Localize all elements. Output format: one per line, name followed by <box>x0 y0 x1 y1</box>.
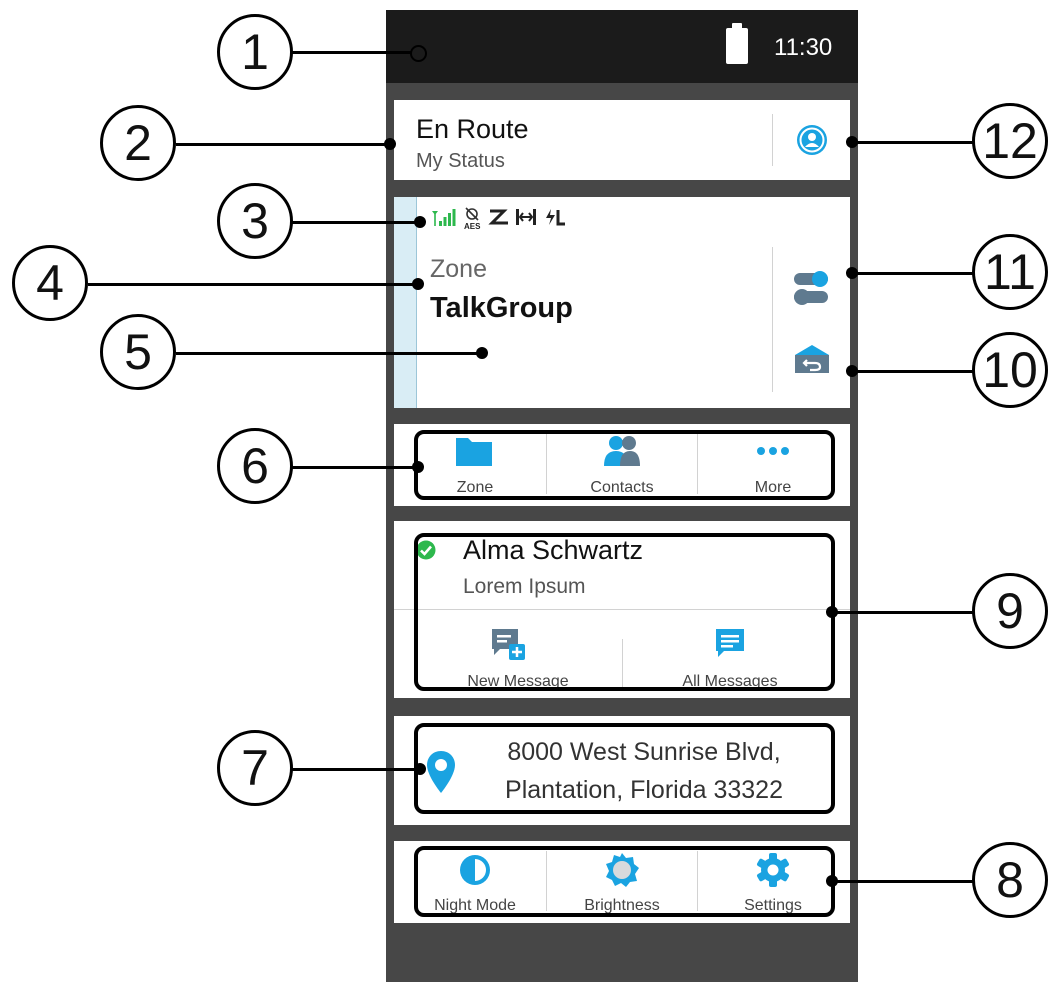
highlight-nav-tabs <box>414 430 835 500</box>
highlight-location <box>414 723 835 814</box>
highlight-quick-settings <box>414 846 835 917</box>
leader-line <box>834 880 980 883</box>
leader-line <box>852 370 980 373</box>
zone-label: Zone <box>430 255 487 283</box>
highlight-contact <box>414 533 835 691</box>
leader-end <box>826 606 838 618</box>
leader-end <box>414 763 426 775</box>
clock: 11:30 <box>774 34 833 61</box>
leader-end <box>826 875 838 887</box>
callout-8: 8 <box>972 842 1048 918</box>
callout-12: 12 <box>972 103 1048 179</box>
my-status-card[interactable]: En Route My Status <box>394 100 850 180</box>
leader-line <box>290 51 418 54</box>
status-bar: 11:30 <box>386 10 858 83</box>
leader-end <box>846 267 858 279</box>
callout-1: 1 <box>217 14 293 90</box>
callout-3: 3 <box>217 183 293 259</box>
leader-line <box>290 768 420 771</box>
status-label: My Status <box>416 150 505 172</box>
leader-end <box>476 347 488 359</box>
aes-label: AES <box>464 222 481 231</box>
scan-icon <box>488 209 508 225</box>
leader-end <box>410 45 427 62</box>
talkgroup-label: TalkGroup <box>430 292 573 324</box>
leader-line <box>290 466 420 469</box>
divider <box>772 247 773 392</box>
leader-end <box>846 365 858 377</box>
channel-card[interactable]: AES Zone TalkGroup <box>394 197 850 408</box>
signal-icon <box>432 209 456 226</box>
callout-2: 2 <box>100 105 176 181</box>
leader-end <box>414 216 426 228</box>
divider <box>772 114 773 166</box>
leader-line <box>176 352 482 355</box>
callout-7: 7 <box>217 730 293 806</box>
callout-6: 6 <box>217 428 293 504</box>
callout-5: 5 <box>100 314 176 390</box>
leader-line <box>176 143 390 146</box>
talkaround-icon <box>516 209 536 225</box>
leader-end <box>412 278 424 290</box>
leader-line <box>852 272 980 275</box>
status-value: En Route <box>416 114 529 144</box>
low-power-icon <box>546 209 565 226</box>
callout-4: 4 <box>12 245 88 321</box>
leader-end <box>412 461 424 473</box>
leader-line <box>290 221 420 224</box>
channel-strip <box>394 197 417 408</box>
leader-line <box>852 141 980 144</box>
aes-icon <box>465 207 479 221</box>
user-circle-icon[interactable] <box>796 124 828 156</box>
callout-10: 10 <box>972 332 1048 408</box>
toggle-icon[interactable] <box>792 269 832 305</box>
home-return-icon[interactable] <box>795 343 829 373</box>
leader-end <box>384 138 396 150</box>
callout-9: 9 <box>972 573 1048 649</box>
battery-icon <box>726 23 748 64</box>
callout-11: 11 <box>972 234 1048 310</box>
leader-end <box>846 136 858 148</box>
leader-line <box>834 611 980 614</box>
leader-line <box>88 283 418 286</box>
